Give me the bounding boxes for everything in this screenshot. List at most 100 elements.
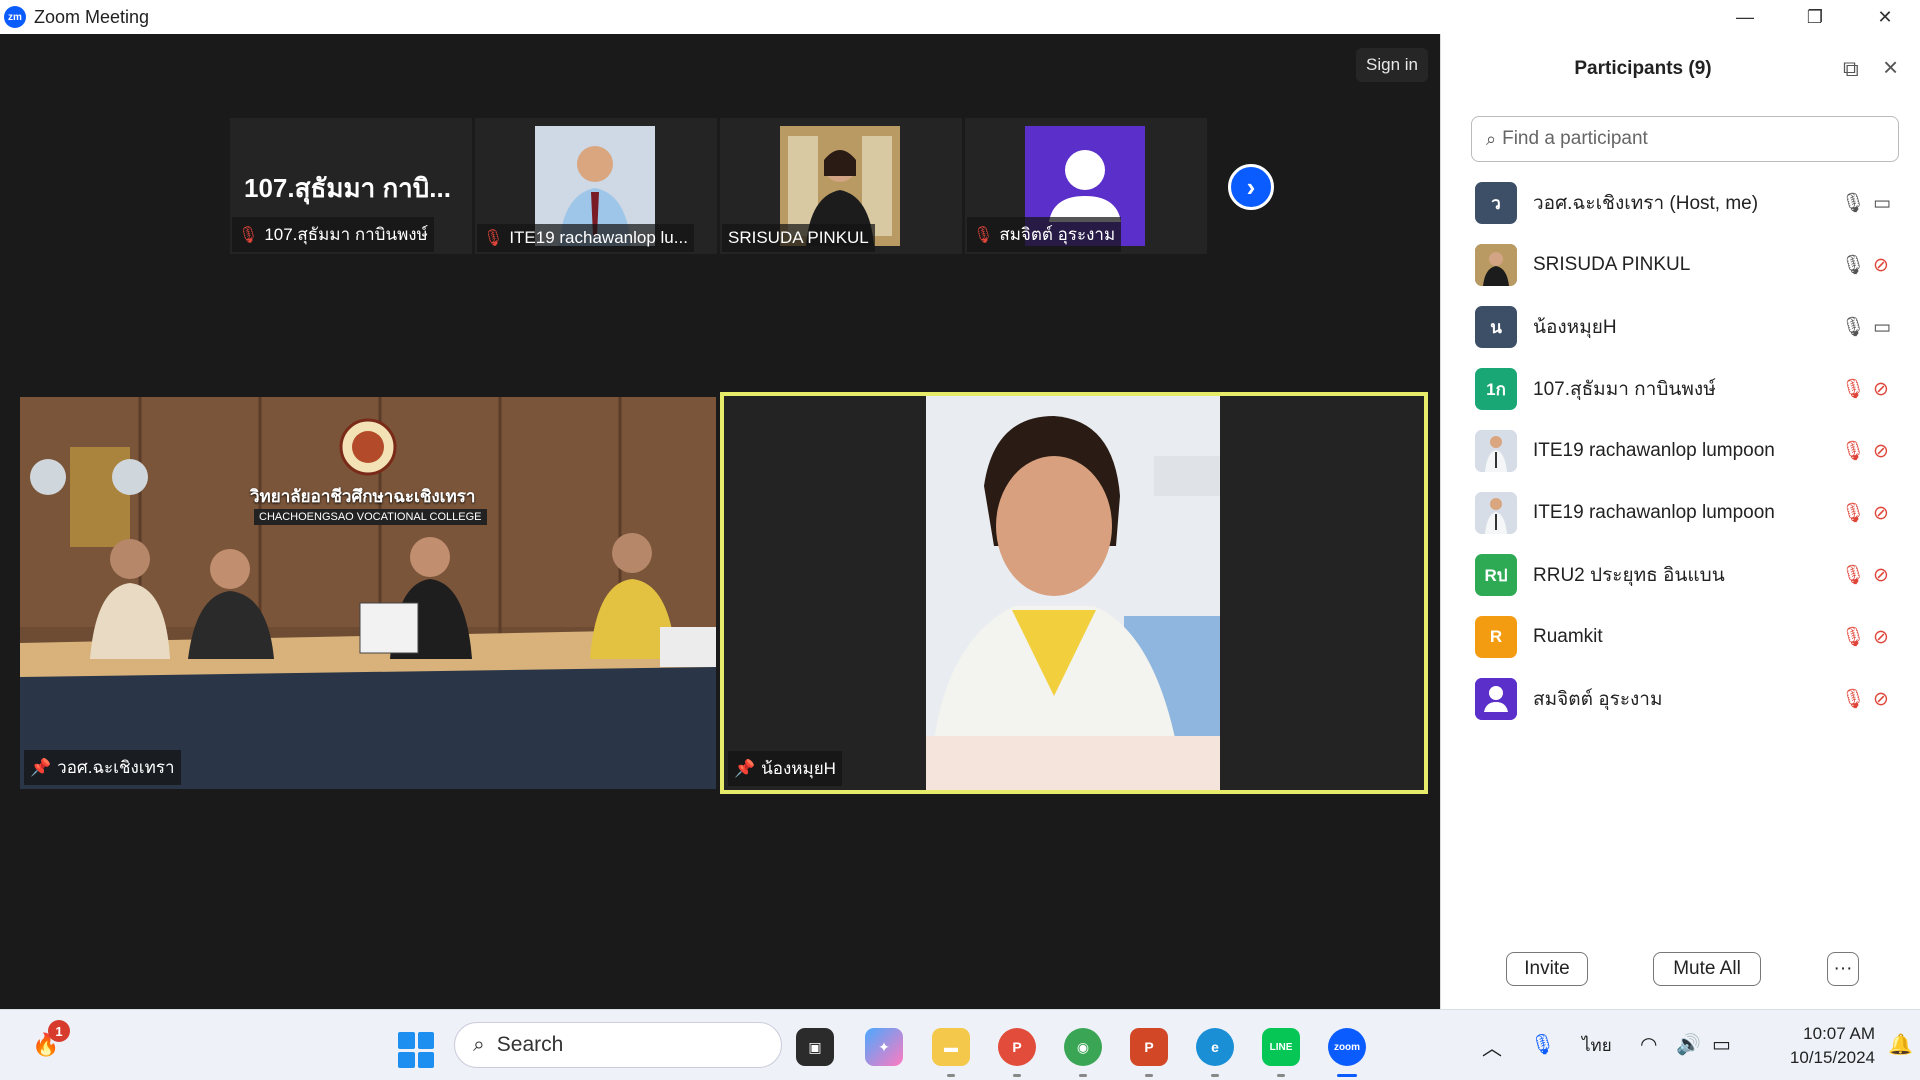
thumbnail-name: SRISUDA PINKUL: [728, 228, 869, 247]
taskbar-search-label: Search: [496, 1033, 564, 1056]
participant-row[interactable]: ITE19 rachawanlop lumpoon 🎙 ⊘: [1441, 420, 1920, 482]
avatar: [1475, 430, 1517, 472]
line-icon[interactable]: LINE: [1262, 1028, 1300, 1066]
participant-search[interactable]: ⌕: [1471, 116, 1899, 162]
avatar: [1475, 678, 1517, 720]
mic-muted-icon[interactable]: 🎙: [1841, 377, 1865, 401]
pin-icon: 📌: [30, 757, 52, 777]
search-input[interactable]: [1502, 128, 1863, 150]
taskbar: 🔥 1 ⌕ Search ▣ ✦ ▬ P ◉ P e LINE zoom ︿ 🎙…: [0, 1009, 1920, 1080]
close-button[interactable]: ✕: [1850, 0, 1920, 34]
invite-button[interactable]: Invite: [1506, 952, 1588, 986]
camera-off-icon[interactable]: ⊘: [1873, 378, 1889, 401]
thumbnail-tile[interactable]: SRISUDA PINKUL: [720, 118, 962, 254]
task-view-icon[interactable]: ▣: [796, 1028, 834, 1066]
avatar: ว: [1475, 182, 1517, 224]
participant-name: สมจิตต์ อุระงาม: [1533, 689, 1663, 710]
participant-row[interactable]: ว วอศ.ฉะเชิงเทรา (Host, me) 🎙 ▭: [1441, 172, 1920, 234]
volume-icon[interactable]: 🔊: [1676, 1032, 1701, 1057]
folder-icon[interactable]: ▬: [932, 1028, 970, 1066]
mic-muted-icon[interactable]: 🎙: [1841, 687, 1865, 711]
zoom-app-label: zoom: [1333, 1041, 1361, 1053]
mic-muted-icon: 🎙: [973, 226, 994, 244]
battery-icon[interactable]: ▭: [1712, 1032, 1731, 1057]
participant-row[interactable]: SRISUDA PINKUL 🎙 ⊘: [1441, 234, 1920, 296]
mute-all-button[interactable]: Mute All: [1653, 952, 1761, 986]
popout-icon[interactable]: ⧉: [1843, 56, 1859, 82]
taskbar-search[interactable]: ⌕ Search: [454, 1022, 782, 1068]
thumbnail-name: 107.สุธัมมา กาบินพงษ์: [264, 225, 428, 244]
wifi-icon[interactable]: ◠: [1640, 1032, 1657, 1057]
participant-row[interactable]: R Ruamkit 🎙 ⊘: [1441, 606, 1920, 668]
thumbnail-strip: 107.สุธัมมา กาบิ... 🎙 107.สุธัมมา กาบินพ…: [230, 118, 1207, 254]
participant-name: 107.สุธัมมา กาบินพงษ์: [1533, 379, 1716, 400]
mic-muted-icon[interactable]: 🎙: [1841, 563, 1865, 587]
camera-icon[interactable]: ▭: [1873, 192, 1891, 215]
microphone-icon[interactable]: 🎙: [1530, 1032, 1555, 1057]
camera-off-icon[interactable]: ⊘: [1873, 564, 1889, 587]
participant-row[interactable]: 1ก 107.สุธัมมา กาบินพงษ์ 🎙 ⊘: [1441, 358, 1920, 420]
next-page-button[interactable]: ›: [1228, 164, 1274, 210]
camera-off-icon[interactable]: ⊘: [1873, 502, 1889, 525]
running-indicator: [1079, 1074, 1087, 1077]
start-button[interactable]: [398, 1032, 434, 1068]
avatar: R: [1475, 616, 1517, 658]
thumbnail-big-name: 107.สุธัมมา กาบิ...: [244, 173, 451, 203]
mic-icon[interactable]: 🎙: [1841, 315, 1865, 339]
active-indicator: [1337, 1074, 1357, 1077]
zoom-icon[interactable]: zoom: [1328, 1028, 1366, 1066]
panel-footer: Invite Mute All ···: [1441, 952, 1920, 992]
participant-row[interactable]: น น้องหมุยH 🎙 ▭: [1441, 296, 1920, 358]
camera-off-icon[interactable]: ⊘: [1873, 688, 1889, 711]
copilot-icon[interactable]: ✦: [865, 1028, 903, 1066]
start-tile: [398, 1032, 415, 1049]
chrome-icon[interactable]: ◉: [1064, 1028, 1102, 1066]
chrome-profile-icon[interactable]: P: [998, 1028, 1036, 1066]
participant-row[interactable]: สมจิตต์ อุระงาม 🎙 ⊘: [1441, 668, 1920, 730]
participant-row[interactable]: ITE19 rachawanlop lumpoon 🎙 ⊘: [1441, 482, 1920, 544]
participant-photo: [1475, 492, 1517, 534]
camera-off-icon[interactable]: ⊘: [1873, 440, 1889, 463]
video-feed: [20, 397, 716, 789]
restore-button[interactable]: ❐: [1780, 0, 1850, 34]
minimize-button[interactable]: —: [1710, 0, 1780, 34]
camera-off-icon[interactable]: ⊘: [1873, 626, 1889, 649]
college-banner-english: CHACHOENGSAO VOCATIONAL COLLEGE: [254, 509, 487, 525]
participant-name: Ruamkit: [1533, 626, 1603, 647]
clock-date: 10/15/2024: [1789, 1048, 1875, 1067]
start-tile: [417, 1051, 434, 1068]
powerpoint-icon[interactable]: P: [1130, 1028, 1168, 1066]
chevron-up-icon[interactable]: ︿: [1482, 1032, 1502, 1061]
camera-icon[interactable]: ▭: [1873, 316, 1891, 339]
edge-icon[interactable]: e: [1196, 1028, 1234, 1066]
mic-muted-icon[interactable]: 🎙: [1841, 439, 1865, 463]
thumbnail-tile[interactable]: 107.สุธัมมา กาบิ... 🎙 107.สุธัมมา กาบินพ…: [230, 118, 472, 254]
mic-icon[interactable]: 🎙: [1841, 191, 1865, 215]
video-tile[interactable]: วิทยาลัยอาชีวศึกษาฉะเชิงเทรา CHACHOENGSA…: [20, 397, 716, 789]
notification-center-icon[interactable]: 🔔: [1888, 1032, 1913, 1057]
mic-muted-icon[interactable]: 🎙: [1841, 501, 1865, 525]
camera-off-icon[interactable]: ⊘: [1873, 254, 1889, 277]
participant-name: SRISUDA PINKUL: [1533, 254, 1691, 275]
notification-badge: 1: [48, 1020, 70, 1042]
clock[interactable]: 10:07 AM 10/15/2024: [1755, 1022, 1875, 1070]
avatar: Rป: [1475, 554, 1517, 596]
thumbnail-tile[interactable]: 🎙 สมจิตต์ อุระงาม: [965, 118, 1207, 254]
thumbnail-label: SRISUDA PINKUL: [722, 224, 875, 252]
participant-photo: [1475, 430, 1517, 472]
window-title: Zoom Meeting: [34, 6, 150, 27]
participant-row[interactable]: Rป RRU2 ประยุทธ อินแบน 🎙 ⊘: [1441, 544, 1920, 606]
avatar: [1475, 244, 1517, 286]
avatar: [1475, 492, 1517, 534]
avatar: 1ก: [1475, 368, 1517, 410]
close-icon[interactable]: ×: [1883, 52, 1898, 83]
mic-icon[interactable]: 🎙: [1841, 253, 1865, 277]
line-app-label: LINE: [1269, 1041, 1293, 1053]
language-indicator[interactable]: ไทย: [1582, 1032, 1612, 1059]
mic-muted-icon[interactable]: 🎙: [1841, 625, 1865, 649]
active-speaker-tile[interactable]: 📌 น้องหมุยH: [720, 392, 1428, 794]
thumbnail-tile[interactable]: 🎙 ITE19 rachawanlop lu...: [475, 118, 717, 254]
sign-in-button[interactable]: Sign in: [1356, 48, 1428, 82]
video-feed: [724, 396, 1424, 790]
more-options-button[interactable]: ···: [1827, 952, 1859, 986]
